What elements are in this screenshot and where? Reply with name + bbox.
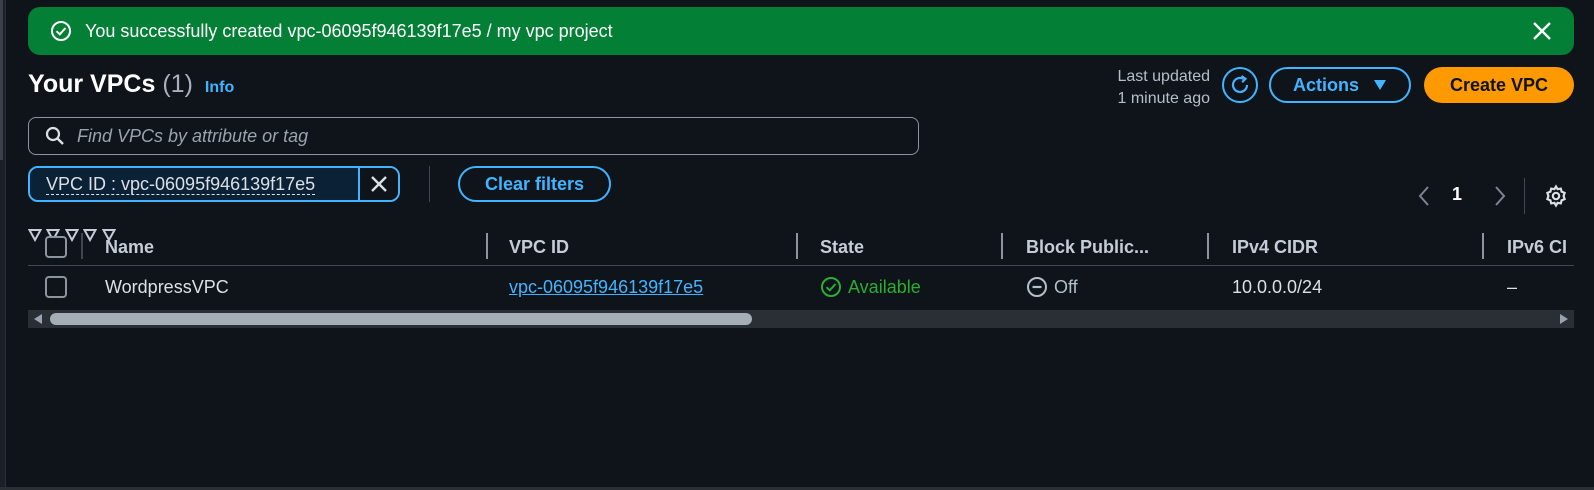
cell-name: WordpressVPC [105, 276, 229, 297]
vpc-count: (1) [162, 70, 193, 98]
actions-label: Actions [1292, 74, 1359, 95]
scroll-right-arrow-icon[interactable] [1560, 314, 1568, 324]
cell-vpc-id: vpc-06095f946139f17e5 [509, 266, 703, 308]
remove-filter-button[interactable] [360, 168, 398, 200]
cell-block-public: Off [1026, 266, 1078, 308]
column-divider[interactable] [796, 233, 798, 259]
state-text: Available [848, 276, 921, 297]
refresh-button[interactable] [1222, 67, 1258, 103]
cell-ipv6: – [1507, 276, 1518, 297]
vpc-id-link[interactable]: vpc-06095f946139f17e5 [509, 277, 703, 298]
column-label: VPC ID [509, 236, 570, 257]
column-label: Name [105, 236, 155, 257]
flash-message: You successfully created vpc-06095f94613… [85, 20, 613, 41]
column-divider[interactable] [486, 233, 488, 259]
actions-dropdown-button[interactable]: Actions [1269, 67, 1411, 103]
caret-down-icon [1373, 79, 1387, 91]
close-icon [370, 175, 388, 193]
column-header-name[interactable]: Name [105, 228, 154, 266]
column-label: Block Public... [1026, 236, 1150, 257]
select-all-checkbox[interactable] [45, 236, 67, 258]
scrollbar-thumb[interactable] [50, 313, 752, 325]
refresh-icon [1228, 73, 1252, 97]
filter-token-label[interactable]: VPC ID : vpc-06095f946139f17e5 [30, 168, 360, 200]
table-row[interactable]: WordpressVPC vpc-06095f946139f17e5 Avail… [28, 266, 1574, 308]
divider [1524, 178, 1525, 214]
left-edge-panel [0, 0, 6, 490]
cell-ipv4-cidr: 10.0.0.0/24 [1232, 276, 1323, 297]
search-icon [45, 126, 65, 146]
column-label: IPv4 CIDR [1232, 236, 1319, 257]
check-circle-icon [50, 20, 72, 42]
success-flash-banner: You successfully created vpc-06095f94613… [28, 7, 1574, 55]
chevron-right-icon[interactable] [1490, 184, 1510, 208]
page-header: Your VPCs (1) Info [28, 70, 234, 99]
sort-icon[interactable] [27, 229, 43, 246]
page-title: Your VPCs [28, 70, 156, 98]
search-input[interactable] [77, 125, 897, 147]
minus-circle-icon [1026, 276, 1048, 298]
column-header-block-public[interactable]: Block Public... [1026, 228, 1149, 266]
filter-token-text: VPC ID : vpc-06095f946139f17e5 [46, 173, 316, 195]
table-header: Name VPC ID State Block Public... IPv4 C… [27, 228, 1574, 266]
block-public-text: Off [1054, 276, 1078, 297]
left-edge-indicator [0, 0, 3, 160]
filter-token: VPC ID : vpc-06095f946139f17e5 [28, 166, 400, 202]
horizontal-scrollbar[interactable] [28, 310, 1574, 328]
create-vpc-button[interactable]: Create VPC [1424, 67, 1574, 103]
column-divider[interactable] [1482, 233, 1484, 259]
search-field[interactable] [28, 117, 919, 155]
sort-icon[interactable] [64, 229, 80, 246]
last-updated-label: Last updated [1117, 68, 1210, 85]
last-updated-time: 1 minute ago [1117, 90, 1210, 107]
column-label: State [820, 236, 865, 257]
clear-filters-button[interactable]: Clear filters [458, 166, 611, 202]
info-link[interactable]: Info [205, 79, 234, 97]
check-circle-icon [820, 276, 842, 298]
column-divider [81, 233, 83, 259]
divider [429, 166, 430, 202]
last-updated-text: Last updated 1 minute ago [1080, 66, 1210, 110]
cell-state: Available [820, 266, 921, 308]
column-header-vpc-id[interactable]: VPC ID [509, 228, 569, 266]
scroll-left-arrow-icon[interactable] [34, 314, 42, 324]
column-header-ipv6[interactable]: IPv6 CI [1507, 228, 1574, 266]
column-divider[interactable] [1207, 233, 1209, 259]
column-header-ipv4-cidr[interactable]: IPv4 CIDR [1232, 228, 1318, 266]
page-number[interactable]: 1 [1452, 184, 1462, 205]
close-icon[interactable] [1530, 19, 1554, 43]
column-header-state[interactable]: State [820, 228, 864, 266]
chevron-left-icon[interactable] [1414, 184, 1434, 208]
column-label: IPv6 CI [1507, 236, 1568, 257]
row-checkbox[interactable] [45, 276, 67, 298]
settings-icon[interactable] [1544, 184, 1568, 208]
sort-icon[interactable] [83, 229, 98, 246]
column-divider[interactable] [1001, 233, 1003, 259]
